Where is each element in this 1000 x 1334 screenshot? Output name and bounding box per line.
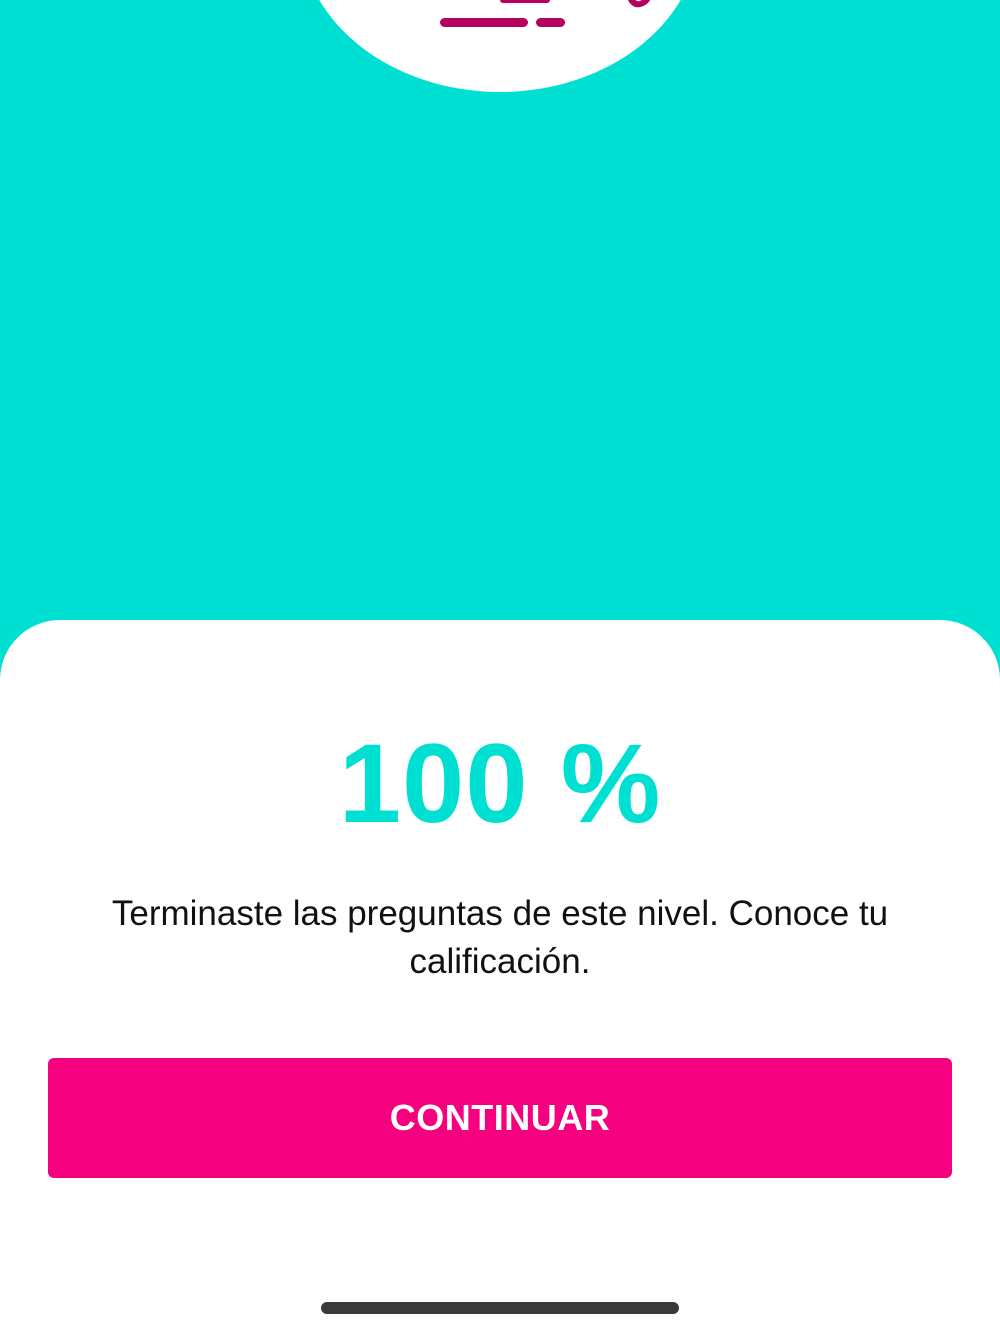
score-percentage: 100 %	[338, 721, 662, 846]
hero-illustration	[300, 0, 700, 92]
continue-button[interactable]: CONTINUAR	[48, 1058, 952, 1178]
result-card: 100 % Terminaste las preguntas de este n…	[0, 620, 1000, 1334]
completion-message: Terminaste las preguntas de este nivel. …	[111, 894, 889, 981]
truck-icon	[440, 0, 651, 27]
quiz-result-screen: 100 % Terminaste las preguntas de este n…	[0, 0, 1000, 1334]
home-indicator[interactable]	[321, 1302, 679, 1314]
